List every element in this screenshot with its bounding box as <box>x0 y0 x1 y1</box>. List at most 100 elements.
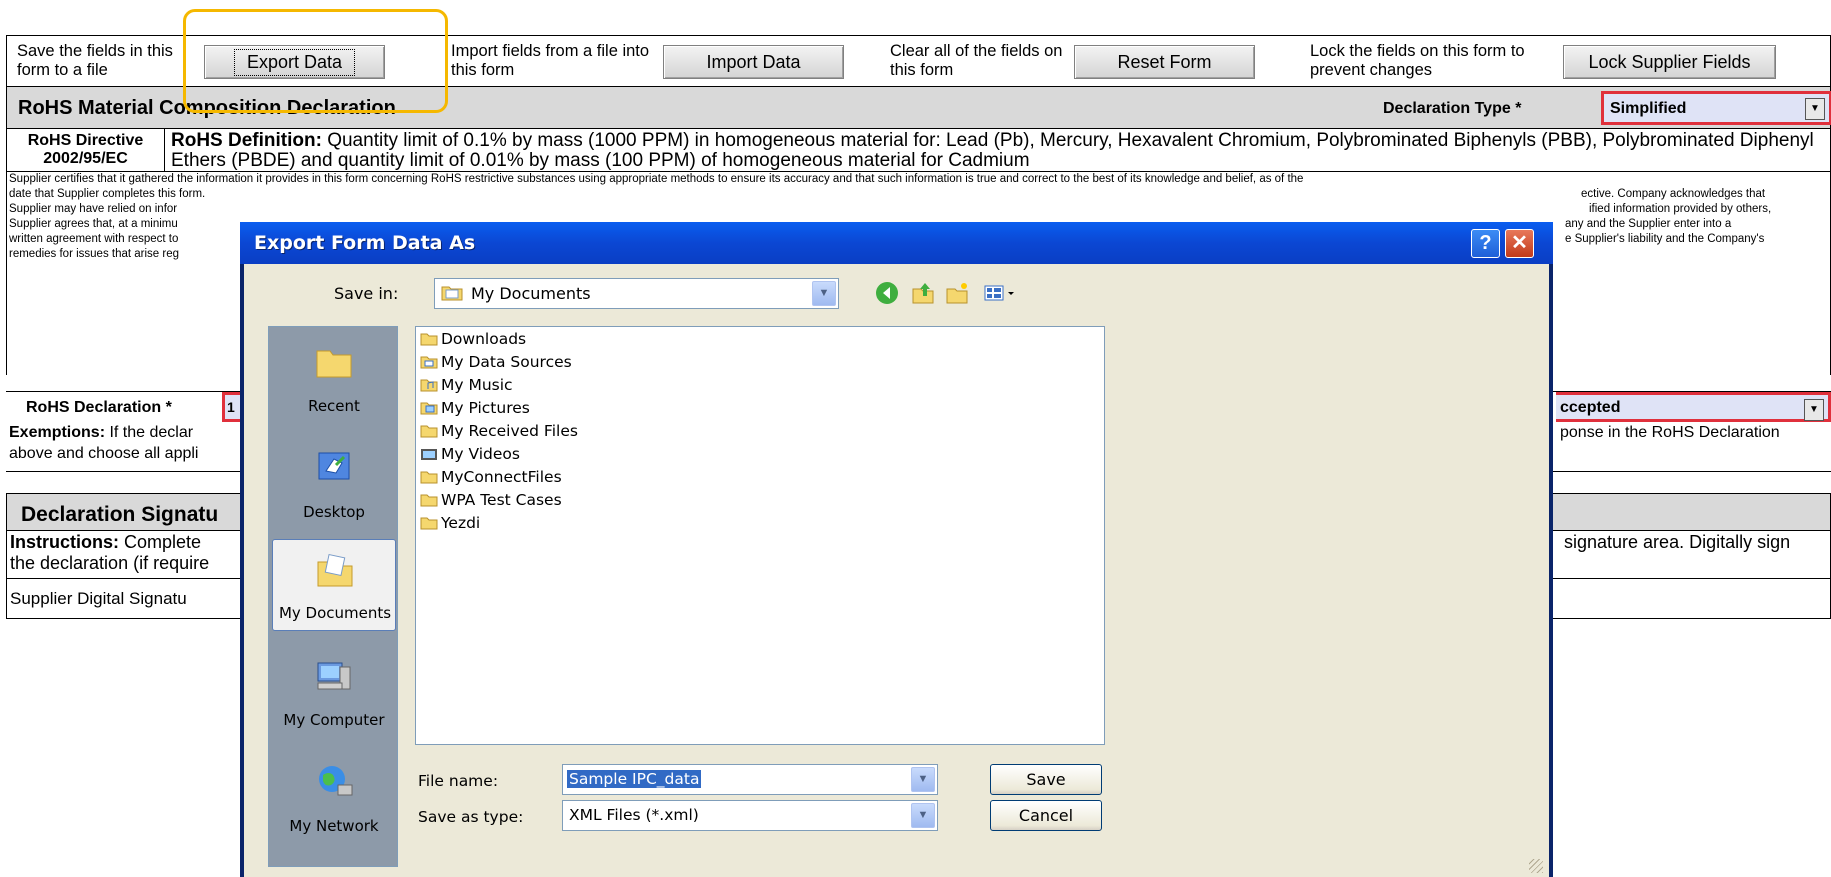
file-name-value: Sample IPC_data <box>567 770 702 788</box>
declaration-type-label: Declaration Type * <box>1383 100 1522 117</box>
place-label: Desktop <box>303 503 365 521</box>
file-name: WPA Test Cases <box>441 491 562 509</box>
legal-line-left: Supplier agrees that, at a minimu <box>9 218 178 230</box>
place-label: My Network <box>289 817 379 835</box>
save-button[interactable]: Save <box>990 764 1102 795</box>
file-name-input[interactable]: Sample IPC_data ▼ <box>562 764 938 795</box>
cancel-button[interactable]: Cancel <box>990 800 1102 831</box>
folder-icon <box>420 494 438 507</box>
save-as-type-select[interactable]: XML Files (*.xml) ▼ <box>562 800 938 831</box>
file-name-label: File name: <box>418 772 499 790</box>
list-item[interactable]: My Pictures <box>420 397 530 419</box>
legal-line: Supplier certifies that it gathered the … <box>9 173 1304 185</box>
instructions-right: signature area. Digitally sign <box>1564 532 1791 552</box>
digital-signature-label: Supplier Digital Signatu <box>10 589 187 608</box>
list-item[interactable]: My Received Files <box>420 420 578 442</box>
dialog-title: Export Form Data As <box>254 232 476 254</box>
my-documents-small-icon <box>441 286 463 301</box>
file-name: MyConnectFiles <box>441 468 562 486</box>
list-item[interactable]: MyConnectFiles <box>420 466 562 488</box>
place-label: My Documents <box>278 604 392 622</box>
place-my-computer[interactable]: My Computer <box>272 645 396 737</box>
list-item[interactable]: Downloads <box>420 328 526 350</box>
lock-supplier-fields-button[interactable]: Lock Supplier Fields <box>1563 45 1776 79</box>
rohs-declaration-label: RoHS Declaration * <box>26 399 172 416</box>
new-folder-icon[interactable] <box>944 280 970 306</box>
folder-icon <box>420 425 438 438</box>
dialog-body: Save in: My Documents ▼ Recent Desktop M… <box>244 264 1549 877</box>
videos-folder-icon <box>421 449 437 460</box>
list-item[interactable]: My Music <box>420 374 513 396</box>
instructions-left: Complete <box>119 532 202 552</box>
file-name: My Videos <box>441 445 520 463</box>
save-in-dropdown[interactable]: My Documents ▼ <box>434 278 839 309</box>
up-folder-icon[interactable] <box>910 280 936 306</box>
exemptions-left: If the declar <box>105 424 194 441</box>
rohs-declaration-value: ccepted <box>1560 399 1621 416</box>
import-description: Import fields from a file into this form <box>451 42 650 79</box>
chevron-down-icon[interactable]: ▼ <box>1805 98 1825 120</box>
exemptions-right: ponse in the RoHS Declaration <box>1560 424 1780 441</box>
chevron-down-icon[interactable]: ▼ <box>911 767 935 792</box>
export-highlight-callout <box>183 9 448 113</box>
help-icon[interactable]: ? <box>1471 229 1500 258</box>
legal-line-left: date that Supplier completes this form. <box>9 188 206 200</box>
place-label: My Computer <box>283 711 385 729</box>
chevron-down-icon[interactable]: ▼ <box>911 803 935 828</box>
place-recent[interactable]: Recent <box>272 331 396 423</box>
view-menu-icon[interactable] <box>982 280 1022 306</box>
place-desktop[interactable]: Desktop <box>272 437 396 529</box>
place-label: Recent <box>308 397 360 415</box>
resize-grip-icon[interactable] <box>1529 859 1543 873</box>
save-in-label: Save in: <box>334 284 399 303</box>
rohs-declaration-select[interactable]: 1 <box>222 392 242 422</box>
folder-icon <box>420 517 438 530</box>
list-item[interactable]: My Videos <box>420 443 520 465</box>
data-sources-folder-icon <box>420 356 438 369</box>
legal-line-right: ified information provided by others, <box>1589 203 1772 215</box>
definition-text: Quantity limit of 0.1% by mass (1000 PPM… <box>171 130 1814 171</box>
reset-form-button[interactable]: Reset Form <box>1074 45 1255 79</box>
list-item[interactable]: WPA Test Cases <box>420 489 562 511</box>
lock-description: Lock the fields on this form to prevent … <box>1310 42 1525 79</box>
list-item[interactable]: My Data Sources <box>420 351 572 373</box>
music-folder-icon <box>420 379 438 392</box>
file-name: My Music <box>441 376 513 394</box>
file-name: My Data Sources <box>441 353 572 371</box>
folder-icon <box>420 471 438 484</box>
file-name: My Received Files <box>441 422 578 440</box>
legal-line-right: e Supplier's liability and the Company's <box>1565 233 1765 245</box>
place-my-network[interactable]: My Network <box>272 751 396 843</box>
directive-row: RoHS Directive 2002/95/EC RoHS Definitio… <box>6 129 1831 172</box>
save-as-type-value: XML Files (*.xml) <box>569 806 699 824</box>
exemptions-heading: Exemptions: <box>9 424 106 441</box>
file-name: Yezdi <box>441 514 481 532</box>
export-dialog: Export Form Data As ? ✕ Save in: My Docu… <box>240 222 1553 877</box>
legal-line: date that Supplier completes this form. … <box>9 187 1828 202</box>
declaration-type-value: Simplified <box>1610 100 1687 117</box>
file-name: Downloads <box>441 330 527 348</box>
dialog-title-bar[interactable]: Export Form Data As ? ✕ <box>240 222 1553 264</box>
rohs-declaration-select-end[interactable]: ccepted ▼ <box>1556 392 1831 422</box>
legal-line: Supplier may have relied on infor ified … <box>9 202 1828 217</box>
file-list[interactable]: Downloads My Data Sources My Music My Pi… <box>415 326 1105 745</box>
recent-folder-icon <box>316 350 352 378</box>
back-icon[interactable] <box>874 280 900 306</box>
legal-line-left: written agreement with respect to <box>9 233 179 245</box>
save-as-type-label: Save as type: <box>418 808 524 826</box>
chevron-down-icon[interactable]: ▼ <box>1804 399 1824 421</box>
close-icon[interactable]: ✕ <box>1505 229 1534 258</box>
rohs-definition: RoHS Definition: Quantity limit of 0.1% … <box>171 131 1831 171</box>
folder-icon <box>420 333 438 346</box>
place-my-documents[interactable]: My Documents <box>272 539 396 631</box>
my-network-icon <box>319 766 353 796</box>
import-data-button[interactable]: Import Data <box>663 45 844 79</box>
signature-title: Declaration Signatu <box>21 503 219 526</box>
my-documents-icon <box>317 553 353 587</box>
file-name: My Pictures <box>441 399 530 417</box>
directive-label: RoHS Directive 2002/95/EC <box>7 129 165 171</box>
save-in-value: My Documents <box>471 284 591 303</box>
declaration-type-select[interactable]: Simplified ▼ <box>1601 91 1831 125</box>
chevron-down-icon[interactable]: ▼ <box>812 281 836 306</box>
list-item[interactable]: Yezdi <box>420 512 480 534</box>
